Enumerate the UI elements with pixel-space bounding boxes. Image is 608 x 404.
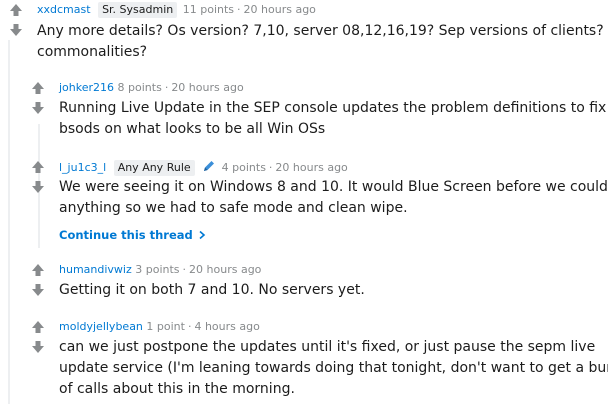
comment-body: Running Live Update in the SEP console u… bbox=[59, 98, 608, 140]
comment-body: can we just postpone the updates until i… bbox=[59, 337, 608, 400]
upvote-arrow-icon[interactable] bbox=[30, 262, 48, 278]
points-count: 1 point bbox=[146, 320, 185, 333]
author-link[interactable]: xxdcmast bbox=[37, 3, 91, 16]
comment-meta: moldyjellybean 1 point · 4 hours ago bbox=[59, 319, 260, 335]
author-link[interactable]: johker216 bbox=[59, 81, 114, 94]
comment-text-line: can we just postpone the updates until i… bbox=[59, 339, 596, 355]
author-link[interactable]: l_ju1c3_l bbox=[59, 161, 106, 174]
comment-meta: johker216 8 points · 20 hours ago bbox=[59, 80, 244, 96]
timestamp[interactable]: 20 hours ago bbox=[275, 161, 347, 174]
points-count: 3 points bbox=[135, 263, 180, 276]
meta-separator: · bbox=[182, 263, 187, 276]
comment-text-line: of calls about this in the morning. bbox=[59, 381, 295, 397]
upvote-arrow-icon[interactable] bbox=[30, 159, 48, 175]
comment-meta: xxdcmast Sr. Sysadmin 11 points · 20 hours… bbox=[37, 2, 316, 18]
meta-separator: · bbox=[187, 320, 192, 333]
downvote-arrow-icon[interactable] bbox=[8, 22, 26, 38]
upvote-arrow-icon[interactable] bbox=[30, 319, 48, 335]
chevron-right-icon bbox=[197, 228, 207, 244]
meta-separator: · bbox=[164, 81, 169, 94]
comment-text-line: Any more details? Os version? 7,10, serv… bbox=[37, 23, 608, 39]
comment-body: We were seeing it on Windows 8 and 10. I… bbox=[59, 177, 608, 219]
comment-text-line: We were seeing it on Windows 8 and 10. I… bbox=[59, 179, 608, 195]
downvote-arrow-icon[interactable] bbox=[30, 282, 48, 298]
comment-text-line: update service (I'm leaning towards doin… bbox=[59, 360, 608, 376]
continue-thread-link[interactable]: Continue this thread bbox=[59, 227, 207, 244]
comment-text-line: commonalities? bbox=[37, 44, 148, 60]
comment-meta: l_ju1c3_l Any Any Rule 4 points · 20 hours… bbox=[59, 159, 348, 178]
pencil-icon bbox=[202, 159, 216, 178]
upvote-arrow-icon[interactable] bbox=[8, 2, 26, 18]
author-link[interactable]: humandivwiz bbox=[59, 263, 132, 276]
comment-body: Getting it on both 7 and 10. No servers … bbox=[59, 280, 365, 301]
comment-text-line: bsods on what looks to be all Win OSs bbox=[59, 121, 326, 137]
comment-text-line: Getting it on both 7 and 10. No servers … bbox=[59, 282, 365, 298]
timestamp[interactable]: 20 hours ago bbox=[171, 81, 243, 94]
downvote-arrow-icon[interactable] bbox=[30, 100, 48, 116]
comment-text-line: anything so we had to safe mode and clea… bbox=[59, 200, 408, 216]
meta-separator: · bbox=[268, 161, 273, 174]
author-link[interactable]: moldyjellybean bbox=[59, 320, 143, 333]
points-count: 8 points bbox=[117, 81, 162, 94]
meta-separator: · bbox=[237, 3, 241, 16]
comment-body: Any more details? Os version? 7,10, serv… bbox=[37, 21, 608, 63]
downvote-arrow-icon[interactable] bbox=[30, 179, 48, 195]
user-flair: Sr. Sysadmin bbox=[98, 2, 178, 18]
continue-thread-label: Continue this thread bbox=[59, 228, 193, 242]
downvote-arrow-icon[interactable] bbox=[30, 339, 48, 355]
timestamp[interactable]: 4 hours ago bbox=[194, 320, 259, 333]
points-count: 11 points bbox=[182, 3, 235, 16]
comment-text-line: Running Live Update in the SEP console u… bbox=[59, 100, 608, 116]
timestamp[interactable]: 20 hours ago bbox=[189, 263, 261, 276]
upvote-arrow-icon[interactable] bbox=[30, 80, 48, 96]
timestamp[interactable]: 20 hours ago bbox=[244, 3, 316, 16]
points-count: 4 points bbox=[221, 161, 266, 174]
thread-line-level-1[interactable] bbox=[8, 40, 10, 404]
comment-meta: humandivwiz 3 points · 20 hours ago bbox=[59, 262, 261, 278]
user-flair: Any Any Rule bbox=[113, 160, 195, 176]
